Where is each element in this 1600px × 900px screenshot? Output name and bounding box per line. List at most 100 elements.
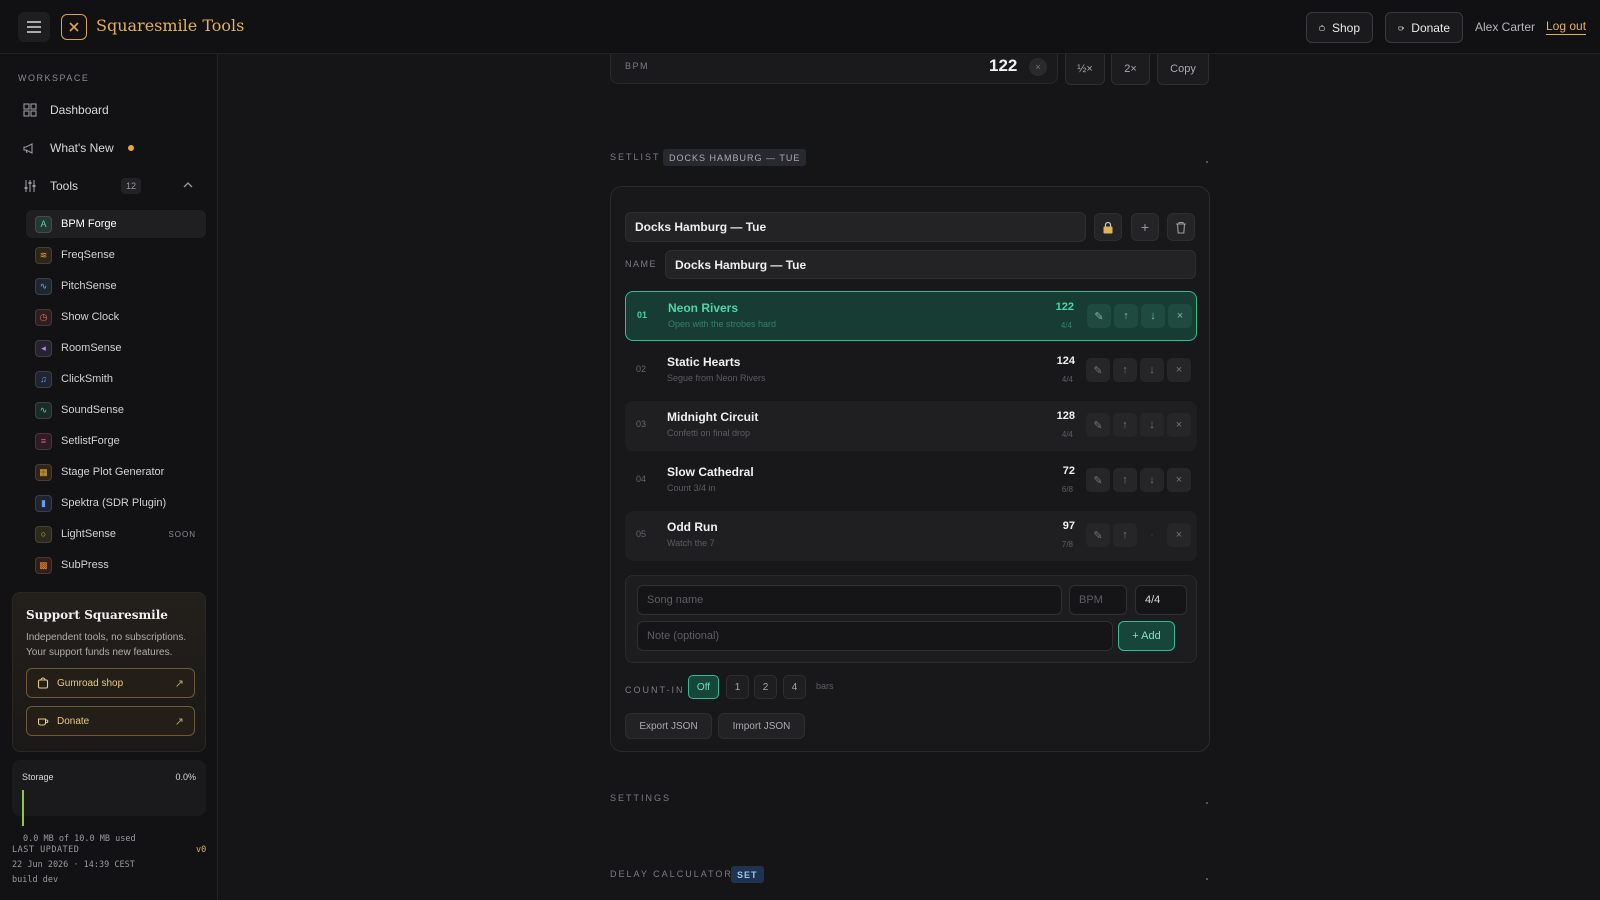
song-row[interactable]: 04 Slow Cathedral Count 3/4 in 72 6/8 ✎ ↑ ↓ × [625, 456, 1197, 506]
song-row[interactable]: 05 Odd Run Watch the 7 97 7/8 ✎ ↑ · × [625, 511, 1197, 561]
sidebar-tool-pitchsense[interactable]: ∿ PitchSense [26, 272, 206, 300]
setlist-name-input[interactable]: Docks Hamburg — Tue [665, 250, 1196, 279]
count-in-2[interactable]: 2 [754, 675, 777, 699]
song-bpm: 97 [1062, 520, 1075, 532]
gumroad-shop-button[interactable]: Gumroad shop ↗ [26, 668, 195, 698]
add-song-button[interactable]: + Add [1118, 621, 1175, 651]
menu-button[interactable] [18, 12, 50, 42]
copy-bpm-button[interactable]: Copy [1157, 54, 1209, 85]
song-title: Slow Cathedral [667, 465, 754, 479]
gumroad-label: Gumroad shop [57, 677, 124, 689]
count-in-4[interactable]: 4 [783, 675, 806, 699]
tool-label: PitchSense [61, 280, 117, 292]
sidebar-tool-stage-plot-generator[interactable]: ▦ Stage Plot Generator [26, 458, 206, 486]
time-signature-select[interactable]: 4/4 [1135, 585, 1187, 615]
move-up-song-button[interactable]: ↑ [1113, 523, 1137, 547]
remove-song-button[interactable]: × [1167, 523, 1191, 547]
setlist-section-label: SETLIST [610, 152, 661, 162]
sidebar-tool-spektra-sdr-plugin[interactable]: ▮ Spektra (SDR Plugin) [26, 489, 206, 517]
move-down-song-button[interactable]: · [1140, 523, 1164, 547]
sidebar-tool-show-clock[interactable]: ◷ Show Clock [26, 303, 206, 331]
edit-song-button[interactable]: ✎ [1086, 358, 1110, 382]
sidebar-tool-subpress[interactable]: ▩ SubPress [26, 551, 206, 579]
sidebar-item-whats-new[interactable]: What's New [22, 134, 134, 162]
tool-icon: A [35, 215, 52, 233]
move-down-song-button[interactable]: ↓ [1140, 468, 1164, 492]
sidebar-tool-clicksmith[interactable]: ♫ ClickSmith [26, 365, 206, 393]
count-in-1[interactable]: 1 [726, 675, 749, 699]
remove-song-button[interactable]: × [1168, 304, 1192, 328]
song-note: Confetti on final drop [667, 428, 751, 438]
move-down-song-button[interactable]: ↓ [1140, 413, 1164, 437]
note-input[interactable]: Note (optional) [637, 621, 1113, 651]
move-up-song-button[interactable]: ↑ [1113, 468, 1137, 492]
logout-link[interactable]: Log out [1546, 19, 1587, 35]
sidebar-item-dashboard[interactable]: Dashboard [22, 96, 109, 124]
song-number: 01 [637, 310, 648, 320]
sidebar-tool-freqsense[interactable]: ≋ FreqSense [26, 241, 206, 269]
song-name-input[interactable]: Song name [637, 585, 1062, 615]
section-collapse-toggle[interactable] [1206, 878, 1208, 880]
last-updated-label: LAST UPDATED [12, 845, 80, 855]
remove-song-button[interactable]: × [1167, 358, 1191, 382]
move-down-song-button[interactable]: ↓ [1141, 304, 1165, 328]
tool-icon: ▦ [35, 463, 52, 481]
lock-button[interactable] [1094, 213, 1122, 241]
song-time-signature: 7/8 [1061, 540, 1073, 549]
soon-badge: SOON [168, 529, 196, 539]
bpm-reset-button[interactable]: × [1029, 58, 1047, 76]
edit-song-button[interactable]: ✎ [1087, 304, 1111, 328]
shop-button[interactable]: Shop [1306, 12, 1373, 43]
tool-label: Spektra (SDR Plugin) [61, 497, 167, 509]
tool-icon: ○ [35, 525, 52, 543]
setlist-selector[interactable]: Docks Hamburg — Tue [625, 212, 1086, 242]
song-number: 04 [636, 474, 647, 484]
bpm-input[interactable]: BPM [1069, 585, 1127, 615]
song-number: 05 [636, 529, 647, 539]
bpm-display: BPM 122 × [610, 54, 1058, 84]
edit-song-button[interactable]: ✎ [1086, 413, 1110, 437]
tool-icon: ▮ [35, 494, 52, 512]
sidebar: WORKSPACE Dashboard What's New Tools 12 … [0, 54, 218, 900]
count-in-off[interactable]: Off [688, 675, 719, 699]
last-updated-timestamp: 22 Jun 2026 · 14:39 CEST [12, 860, 135, 870]
move-up-song-button[interactable]: ↑ [1114, 304, 1138, 328]
sidebar-tool-soundsense[interactable]: ∿ SoundSense [26, 396, 206, 424]
song-row[interactable]: 01 Neon Rivers Open with the strobes hard 1… [625, 291, 1197, 341]
move-down-song-button[interactable]: ↓ [1140, 358, 1164, 382]
sidebar-item-label: Tools [50, 179, 79, 193]
dashboard-icon [23, 103, 37, 117]
sidebar-tool-bpm-forge[interactable]: A BPM Forge [26, 210, 206, 238]
song-title: Odd Run [667, 520, 718, 534]
support-donate-button[interactable]: Donate ↗ [26, 706, 195, 736]
logo[interactable] [61, 14, 87, 40]
export-json-button[interactable]: Export JSON [625, 713, 712, 739]
double-tempo-button[interactable]: 2× [1111, 54, 1150, 85]
song-title: Static Hearts [667, 355, 741, 369]
move-up-song-button[interactable]: ↑ [1113, 413, 1137, 437]
tool-icon: ♫ [35, 370, 52, 388]
section-collapse-toggle[interactable] [1206, 161, 1208, 163]
new-setlist-button[interactable]: + [1131, 213, 1159, 241]
song-row[interactable]: 03 Midnight Circuit Confetti on final drop… [625, 401, 1197, 451]
section-collapse-toggle[interactable] [1206, 802, 1208, 804]
sidebar-tool-roomsense[interactable]: ◂ RoomSense [26, 334, 206, 362]
song-note: Count 3/4 in [667, 483, 716, 493]
tool-icon: ∿ [35, 277, 52, 295]
import-json-button[interactable]: Import JSON [718, 713, 805, 739]
sidebar-item-tools[interactable]: Tools [22, 172, 78, 200]
delete-setlist-button[interactable] [1167, 213, 1195, 241]
half-tempo-button[interactable]: ½× [1065, 54, 1105, 85]
move-up-song-button[interactable]: ↑ [1113, 358, 1137, 382]
remove-song-button[interactable]: × [1167, 413, 1191, 437]
delay-calculator-section-label: DELAY CALCULATOR [610, 869, 733, 879]
sidebar-tool-lightsense[interactable]: ○ LightSense SOON [26, 520, 206, 548]
sidebar-tool-setlistforge[interactable]: ≡ SetlistForge [26, 427, 206, 455]
song-number: 02 [636, 364, 647, 374]
remove-song-button[interactable]: × [1167, 468, 1191, 492]
donate-button[interactable]: Donate [1385, 12, 1463, 43]
edit-song-button[interactable]: ✎ [1086, 468, 1110, 492]
song-row[interactable]: 02 Static Hearts Segue from Neon Rivers 124… [625, 346, 1197, 396]
edit-song-button[interactable]: ✎ [1086, 523, 1110, 547]
chevron-up-icon[interactable] [181, 178, 195, 192]
